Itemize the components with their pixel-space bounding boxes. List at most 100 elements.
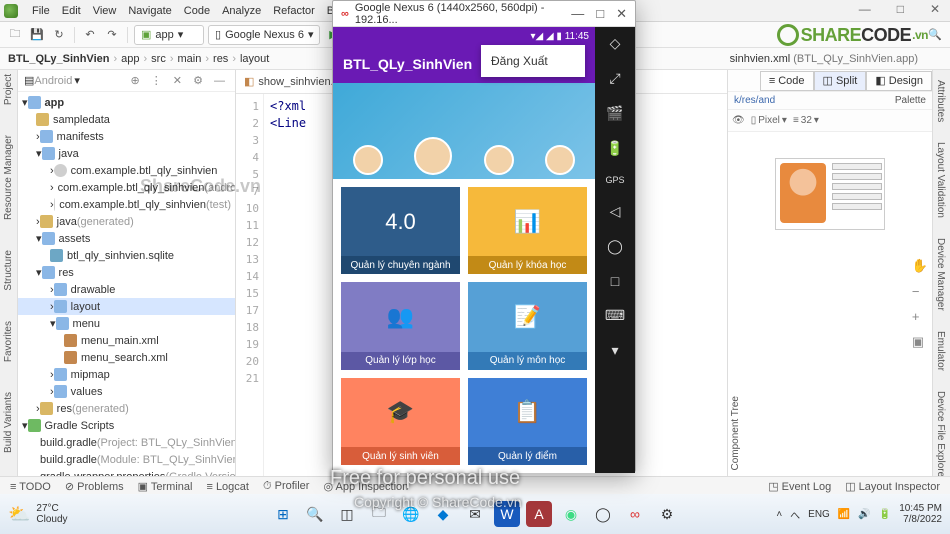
redo-icon[interactable]: ↷	[103, 26, 121, 44]
menu-view[interactable]: View	[87, 5, 123, 17]
mode-design[interactable]: ◧Design	[866, 71, 932, 91]
project-view-selector[interactable]: Android	[34, 75, 72, 87]
tab-layout-inspector[interactable]: ◫ Layout Inspector	[845, 480, 940, 493]
panel-tools[interactable]: ⊕ ⋮ ✕ ⚙ —	[130, 74, 229, 87]
camera-icon[interactable]: 🎬	[606, 105, 623, 122]
tray-clock[interactable]: 10:45 PM7/8/2022	[899, 503, 942, 525]
run-config-dropdown[interactable]: ▣ app ▾	[134, 25, 204, 45]
menu-edit[interactable]: Edit	[56, 5, 87, 17]
tray-chevron-icon[interactable]: ˄	[776, 509, 782, 520]
wifi-icon[interactable]: 📶	[838, 509, 850, 520]
phone-grid: 4.0Quản lý chuyên ngành 📊Quản lý khóa họ…	[333, 179, 595, 473]
crumb-layout[interactable]: layout	[240, 53, 269, 65]
mode-split[interactable]: ◫Split	[814, 71, 867, 91]
search-taskbar-icon[interactable]: 🔍	[302, 501, 328, 527]
device-dropdown[interactable]: ▯ Google Nexus 6 ▾	[208, 25, 320, 45]
settings-taskbar-icon[interactable]: ⚙	[654, 501, 680, 527]
tile-khoa-hoc[interactable]: 📊Quản lý khóa học	[468, 187, 587, 274]
rail-build-variants[interactable]: Build Variants	[3, 392, 14, 453]
phone-screen[interactable]: ▾◢ ◢ ▮ 11:45 BTL_QLy_SinhVien Đăng Xuất …	[333, 27, 595, 473]
tray-lang1[interactable]: へ	[790, 507, 800, 522]
rail-project[interactable]: Project	[3, 74, 14, 105]
open-icon[interactable]: 🗀	[6, 26, 24, 44]
tab-problems[interactable]: ⊘ Problems	[65, 480, 124, 493]
window-maximize-icon[interactable]: □	[891, 2, 910, 16]
rail-emulator[interactable]: Emulator	[933, 321, 948, 381]
start-icon[interactable]: ⊞	[270, 501, 296, 527]
emulator-titlebar[interactable]: ∞ Google Nexus 6 (1440x2560, 560dpi) - 1…	[333, 1, 635, 27]
emu-min-icon[interactable]: —	[571, 6, 584, 22]
crumb-main[interactable]: main	[178, 53, 202, 65]
rail-attributes[interactable]: Attributes	[933, 70, 948, 132]
tile-diem[interactable]: 📋Quản lý điểm	[468, 378, 587, 465]
crumb-res[interactable]: res	[213, 53, 228, 65]
run-config-label: app	[155, 29, 173, 41]
save-icon[interactable]: 💾	[28, 26, 46, 44]
menu-refactor[interactable]: Refactor	[267, 5, 321, 17]
emulator-window[interactable]: ∞ Google Nexus 6 (1440x2560, 560dpi) - 1…	[332, 0, 636, 472]
tile-chuyen-nganh[interactable]: 4.0Quản lý chuyên ngành	[341, 187, 460, 274]
window-minimize-icon[interactable]: —	[853, 2, 877, 16]
fit-icon[interactable]: ▣	[912, 334, 928, 350]
eye-icon[interactable]: 👁	[732, 115, 745, 126]
recents-nav-icon[interactable]: □	[611, 273, 619, 289]
rail-resource-manager[interactable]: Resource Manager	[3, 135, 14, 220]
right-siderail: Attributes Layout Validation Device Mana…	[932, 70, 950, 476]
volume-icon[interactable]: 🔊	[858, 509, 870, 520]
tray-lang2[interactable]: ENG	[808, 509, 830, 520]
rotate-icon[interactable]: ◇	[610, 35, 621, 52]
rail-layout-validation[interactable]: Layout Validation	[933, 132, 948, 228]
phone-menu-logout[interactable]: Đăng Xuất	[481, 45, 585, 77]
fullscreen-icon[interactable]: ⤢	[609, 70, 620, 87]
tab-logcat[interactable]: ≡ Logcat	[206, 481, 249, 493]
sync-icon[interactable]: ↻	[50, 26, 68, 44]
home-nav-icon[interactable]: ◯	[607, 238, 623, 255]
more-icon[interactable]: ▾	[611, 342, 618, 359]
taskbar-weather[interactable]: ⛅ 27°CCloudy	[8, 503, 68, 525]
system-tray: ˄ へ ENG 📶 🔊 🔋 10:45 PM7/8/2022	[776, 503, 942, 525]
emu-close-icon[interactable]: ✕	[616, 6, 627, 22]
tab-todo[interactable]: ≡ TODO	[10, 481, 51, 493]
android-studio-taskbar-icon[interactable]: ◉	[558, 501, 584, 527]
access-icon[interactable]: A	[526, 501, 552, 527]
tab-event-log[interactable]: ◳ Event Log	[768, 480, 831, 493]
tab-terminal[interactable]: ▣ Terminal	[138, 480, 193, 493]
phone-statusbar: ▾◢ ◢ ▮ 11:45	[333, 27, 595, 45]
emulator-taskbar-icon[interactable]: ∞	[622, 501, 648, 527]
zoom-minus-icon[interactable]: −	[912, 284, 928, 299]
rail-structure[interactable]: Structure	[3, 250, 14, 291]
battery-emu-icon[interactable]: 🔋	[606, 140, 623, 157]
tile-sinh-vien[interactable]: 🎓Quản lý sinh viên	[341, 378, 460, 465]
battery-icon[interactable]: 🔋	[879, 509, 891, 520]
gps-icon[interactable]: GPS	[605, 175, 624, 185]
menu-code[interactable]: Code	[178, 5, 216, 17]
menu-analyze[interactable]: Analyze	[216, 5, 267, 17]
menu-file[interactable]: File	[26, 5, 56, 17]
design-pane: ≡Code ◫Split ◧Design k/res/and Palette 👁…	[727, 70, 932, 476]
rail-device-file-explorer[interactable]: Device File Explorer	[933, 381, 948, 490]
window-close-icon[interactable]: ✕	[924, 2, 946, 16]
crumb-app[interactable]: app	[121, 53, 139, 65]
hand-icon[interactable]: ✋	[912, 258, 928, 274]
keyboard-icon[interactable]: ⌨	[605, 307, 625, 324]
tile-lop-hoc[interactable]: 👥Quản lý lớp học	[341, 282, 460, 369]
undo-icon[interactable]: ↶	[81, 26, 99, 44]
rail-palette[interactable]: Palette	[895, 95, 926, 106]
mode-code[interactable]: ≡Code	[760, 71, 814, 91]
menu-navigate[interactable]: Navigate	[122, 5, 177, 17]
tab-profiler[interactable]: ⏱ Profiler	[263, 480, 309, 493]
project-tree[interactable]: ▾app sampledata ›manifests ▾java ›com.ex…	[18, 92, 235, 476]
crumb-src[interactable]: src	[151, 53, 166, 65]
emu-max-icon[interactable]: □	[596, 6, 604, 22]
tile-mon-hoc[interactable]: 📝Quản lý môn học	[468, 282, 587, 369]
zoom-plus-icon[interactable]: +	[912, 309, 928, 324]
rail-device-manager[interactable]: Device Manager	[933, 228, 948, 321]
layout-preview[interactable]	[775, 158, 885, 230]
search-icon[interactable]: 🔍	[926, 26, 944, 44]
tree-node-layout: ›layout	[18, 298, 235, 315]
chrome-icon[interactable]: ◯	[590, 501, 616, 527]
back-nav-icon[interactable]: ◁	[610, 203, 621, 220]
rail-favorites[interactable]: Favorites	[3, 321, 14, 362]
rail-component-tree[interactable]: Component Tree	[730, 396, 741, 471]
crumb-project[interactable]: BTL_QLy_SinhVien	[8, 53, 109, 65]
